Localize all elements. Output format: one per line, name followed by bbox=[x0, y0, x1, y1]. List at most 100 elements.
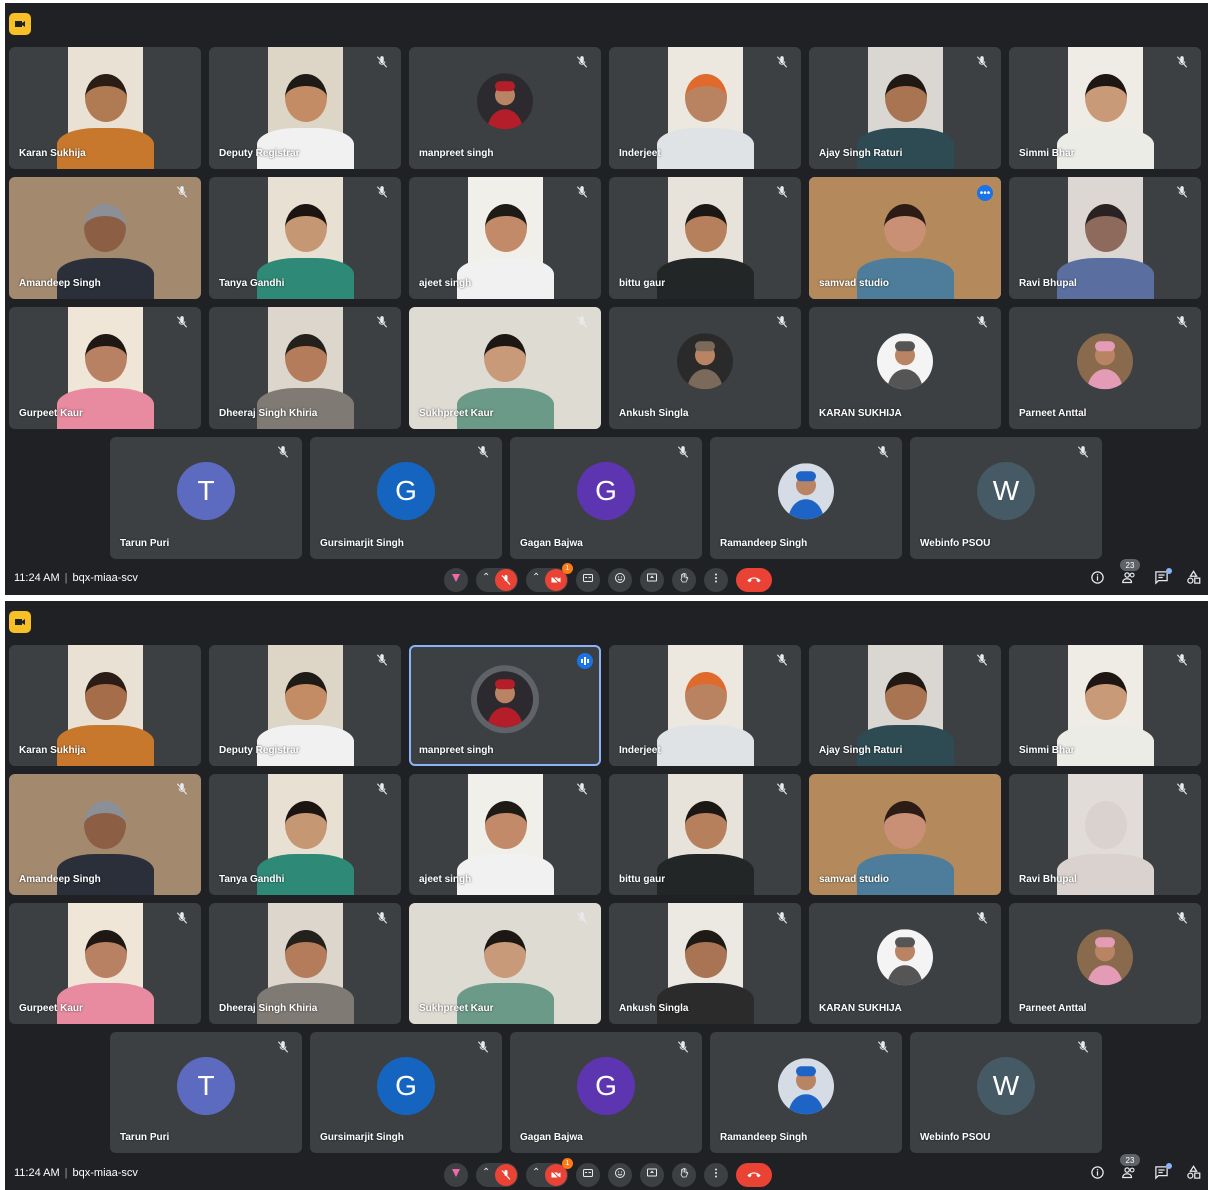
participant-name: Tarun Puri bbox=[120, 538, 170, 549]
clock-time: 11:24 AM bbox=[14, 1167, 60, 1179]
participant-tile-gurpeet-kaur[interactable]: Gurpeet Kaur bbox=[9, 903, 201, 1024]
participant-name: Ankush Singla bbox=[619, 1003, 689, 1014]
avatar-initial: T bbox=[177, 462, 235, 521]
more-options-button[interactable] bbox=[704, 568, 728, 592]
participant-tile-gursimarjit-singh[interactable]: G Gursimarjit Singh bbox=[310, 437, 502, 559]
participant-tile-bittu-gaur[interactable]: bittu gaur bbox=[609, 774, 801, 895]
participant-tile-ravi-bhupal[interactable]: Ravi Bhupal bbox=[1009, 177, 1201, 299]
participant-tile-inderjeet[interactable]: Inderjeet bbox=[609, 47, 801, 169]
participant-tile-ankush-singla[interactable]: Ankush Singla bbox=[609, 903, 801, 1024]
participant-tile-manpreet-singh[interactable]: manpreet singh bbox=[409, 47, 601, 169]
participant-name: Tanya Gandhi bbox=[219, 278, 285, 289]
participant-tile-ramandeep-singh[interactable]: Ramandeep Singh bbox=[710, 1032, 902, 1153]
participant-tile-inderjeet[interactable]: Inderjeet bbox=[609, 645, 801, 766]
participant-tile-ajeet-singh[interactable]: ajeet singh bbox=[409, 774, 601, 895]
mic-off-icon bbox=[975, 55, 991, 71]
reaction-button[interactable] bbox=[444, 1163, 468, 1187]
microphone-off-button[interactable]: ⌃ bbox=[476, 1163, 518, 1187]
people-button[interactable]: 23 bbox=[1120, 559, 1140, 589]
participant-tile-ajay-singh-raturi[interactable]: Ajay Singh Raturi bbox=[809, 47, 1001, 169]
participant-tile-amandeep-singh[interactable]: Amandeep Singh bbox=[9, 177, 201, 299]
chevron-up-icon[interactable]: ⌃ bbox=[532, 1167, 540, 1178]
avatar bbox=[677, 333, 733, 390]
participant-tile-tarun-puri[interactable]: T Tarun Puri bbox=[110, 437, 302, 559]
people-button[interactable]: 23 bbox=[1120, 1154, 1140, 1184]
person-head bbox=[684, 801, 727, 850]
participant-tile-simmi-bhar[interactable]: Simmi Bhar bbox=[1009, 47, 1201, 169]
camera-off-button[interactable]: ⌃ 1 bbox=[526, 1158, 573, 1187]
participant-tile-samvad-studio[interactable]: samvad studio bbox=[809, 774, 1001, 895]
end-call-button[interactable] bbox=[736, 568, 772, 592]
participant-tile-ramandeep-singh[interactable]: Ramandeep Singh bbox=[710, 437, 902, 559]
participant-tile-karan-sukhija[interactable]: KARAN SUKHIJA bbox=[809, 307, 1001, 429]
meeting-code: bqx-miaa-scv bbox=[72, 1167, 138, 1179]
info-button[interactable] bbox=[1088, 1166, 1106, 1184]
participant-tile-karan-sukhija[interactable]: Karan Sukhija bbox=[9, 47, 201, 169]
participant-tile-dheeraj-singh-khiria[interactable]: Dheeraj Singh Khiria bbox=[209, 903, 401, 1024]
present-screen-button[interactable] bbox=[640, 568, 664, 592]
participant-tile-gagan-bajwa[interactable]: G Gagan Bajwa bbox=[510, 1032, 702, 1153]
participant-tile-webinfo-psou[interactable]: W Webinfo PSOU bbox=[910, 1032, 1102, 1153]
participant-tile-manpreet-singh[interactable]: manpreet singh bbox=[409, 645, 601, 766]
participant-tile-parneet-anttal[interactable]: Parneet Anttal bbox=[1009, 307, 1201, 429]
mic-off-icon bbox=[476, 1040, 492, 1056]
meet-window-bottom: Karan Sukhija Deputy Registrar manpreet si… bbox=[5, 601, 1208, 1190]
chat-button[interactable] bbox=[1152, 1163, 1172, 1184]
participant-tile-ajeet-singh[interactable]: ajeet singh bbox=[409, 177, 601, 299]
info-button[interactable] bbox=[1088, 571, 1106, 589]
emoji-button[interactable] bbox=[608, 1163, 632, 1187]
participant-tile-samvad-studio[interactable]: ••• samvad studio bbox=[809, 177, 1001, 299]
participant-tile-sukhpreet-kaur[interactable]: Sukhpreet Kaur bbox=[409, 903, 601, 1024]
chevron-up-icon[interactable]: ⌃ bbox=[482, 1167, 490, 1178]
participant-tile-ajay-singh-raturi[interactable]: Ajay Singh Raturi bbox=[809, 645, 1001, 766]
participant-tile-dheeraj-singh-khiria[interactable]: Dheeraj Singh Khiria bbox=[209, 307, 401, 429]
participant-tile-gagan-bajwa[interactable]: G Gagan Bajwa bbox=[510, 437, 702, 559]
person-head bbox=[84, 672, 127, 721]
meeting-info: 11:24 AM | bqx-miaa-scv bbox=[14, 1167, 138, 1179]
tile-options-icon[interactable]: ••• bbox=[977, 185, 993, 201]
present-screen-button[interactable] bbox=[640, 1163, 664, 1187]
participant-tile-tarun-puri[interactable]: T Tarun Puri bbox=[110, 1032, 302, 1153]
participant-tile-karan-sukhija[interactable]: KARAN SUKHIJA bbox=[809, 903, 1001, 1024]
more-options-button[interactable] bbox=[704, 1163, 728, 1187]
emoji-button[interactable] bbox=[608, 568, 632, 592]
person-body bbox=[457, 258, 554, 299]
captions-button[interactable] bbox=[576, 1163, 600, 1187]
raise-hand-button[interactable] bbox=[672, 568, 696, 592]
avatar bbox=[477, 670, 533, 727]
bottom-bar: 11:24 AM | bqx-miaa-scv ⌃ ⌃ 1 23 bbox=[5, 559, 1208, 595]
chevron-up-icon[interactable]: ⌃ bbox=[532, 572, 540, 583]
participant-tile-tanya-gandhi[interactable]: Tanya Gandhi bbox=[209, 177, 401, 299]
participant-tile-webinfo-psou[interactable]: W Webinfo PSOU bbox=[910, 437, 1102, 559]
chat-button[interactable] bbox=[1152, 568, 1172, 589]
participant-tile-tanya-gandhi[interactable]: Tanya Gandhi bbox=[209, 774, 401, 895]
chevron-up-icon[interactable]: ⌃ bbox=[482, 572, 490, 583]
mic-off-icon bbox=[775, 55, 791, 71]
avatar-initial: W bbox=[977, 1056, 1035, 1115]
video-feed bbox=[1057, 645, 1154, 766]
activities-button[interactable] bbox=[1184, 570, 1202, 589]
microphone-off-button[interactable]: ⌃ bbox=[476, 568, 518, 592]
participant-tile-gurpeet-kaur[interactable]: Gurpeet Kaur bbox=[9, 307, 201, 429]
participant-tile-karan-sukhija[interactable]: Karan Sukhija bbox=[9, 645, 201, 766]
participant-tile-deputy-registrar[interactable]: Deputy Registrar bbox=[209, 645, 401, 766]
participant-tile-sukhpreet-kaur[interactable]: Sukhpreet Kaur bbox=[409, 307, 601, 429]
participant-tile-ankush-singla[interactable]: Ankush Singla bbox=[609, 307, 801, 429]
mic-off-icon bbox=[175, 782, 191, 798]
participant-tile-gursimarjit-singh[interactable]: G Gursimarjit Singh bbox=[310, 1032, 502, 1153]
participant-tile-ravi-bhupal[interactable]: Ravi Bhupal bbox=[1009, 774, 1201, 895]
participant-tile-parneet-anttal[interactable]: Parneet Anttal bbox=[1009, 903, 1201, 1024]
person-head bbox=[284, 74, 327, 123]
participant-tile-bittu-gaur[interactable]: bittu gaur bbox=[609, 177, 801, 299]
emoji-icon bbox=[614, 1166, 626, 1184]
separator: | bbox=[64, 1167, 68, 1179]
reaction-button[interactable] bbox=[444, 568, 468, 592]
participant-tile-simmi-bhar[interactable]: Simmi Bhar bbox=[1009, 645, 1201, 766]
raise-hand-button[interactable] bbox=[672, 1163, 696, 1187]
activities-button[interactable] bbox=[1184, 1165, 1202, 1184]
participant-tile-deputy-registrar[interactable]: Deputy Registrar bbox=[209, 47, 401, 169]
camera-off-button[interactable]: ⌃ 1 bbox=[526, 563, 573, 592]
participant-tile-amandeep-singh[interactable]: Amandeep Singh bbox=[9, 774, 201, 895]
end-call-button[interactable] bbox=[736, 1163, 772, 1187]
captions-button[interactable] bbox=[576, 568, 600, 592]
